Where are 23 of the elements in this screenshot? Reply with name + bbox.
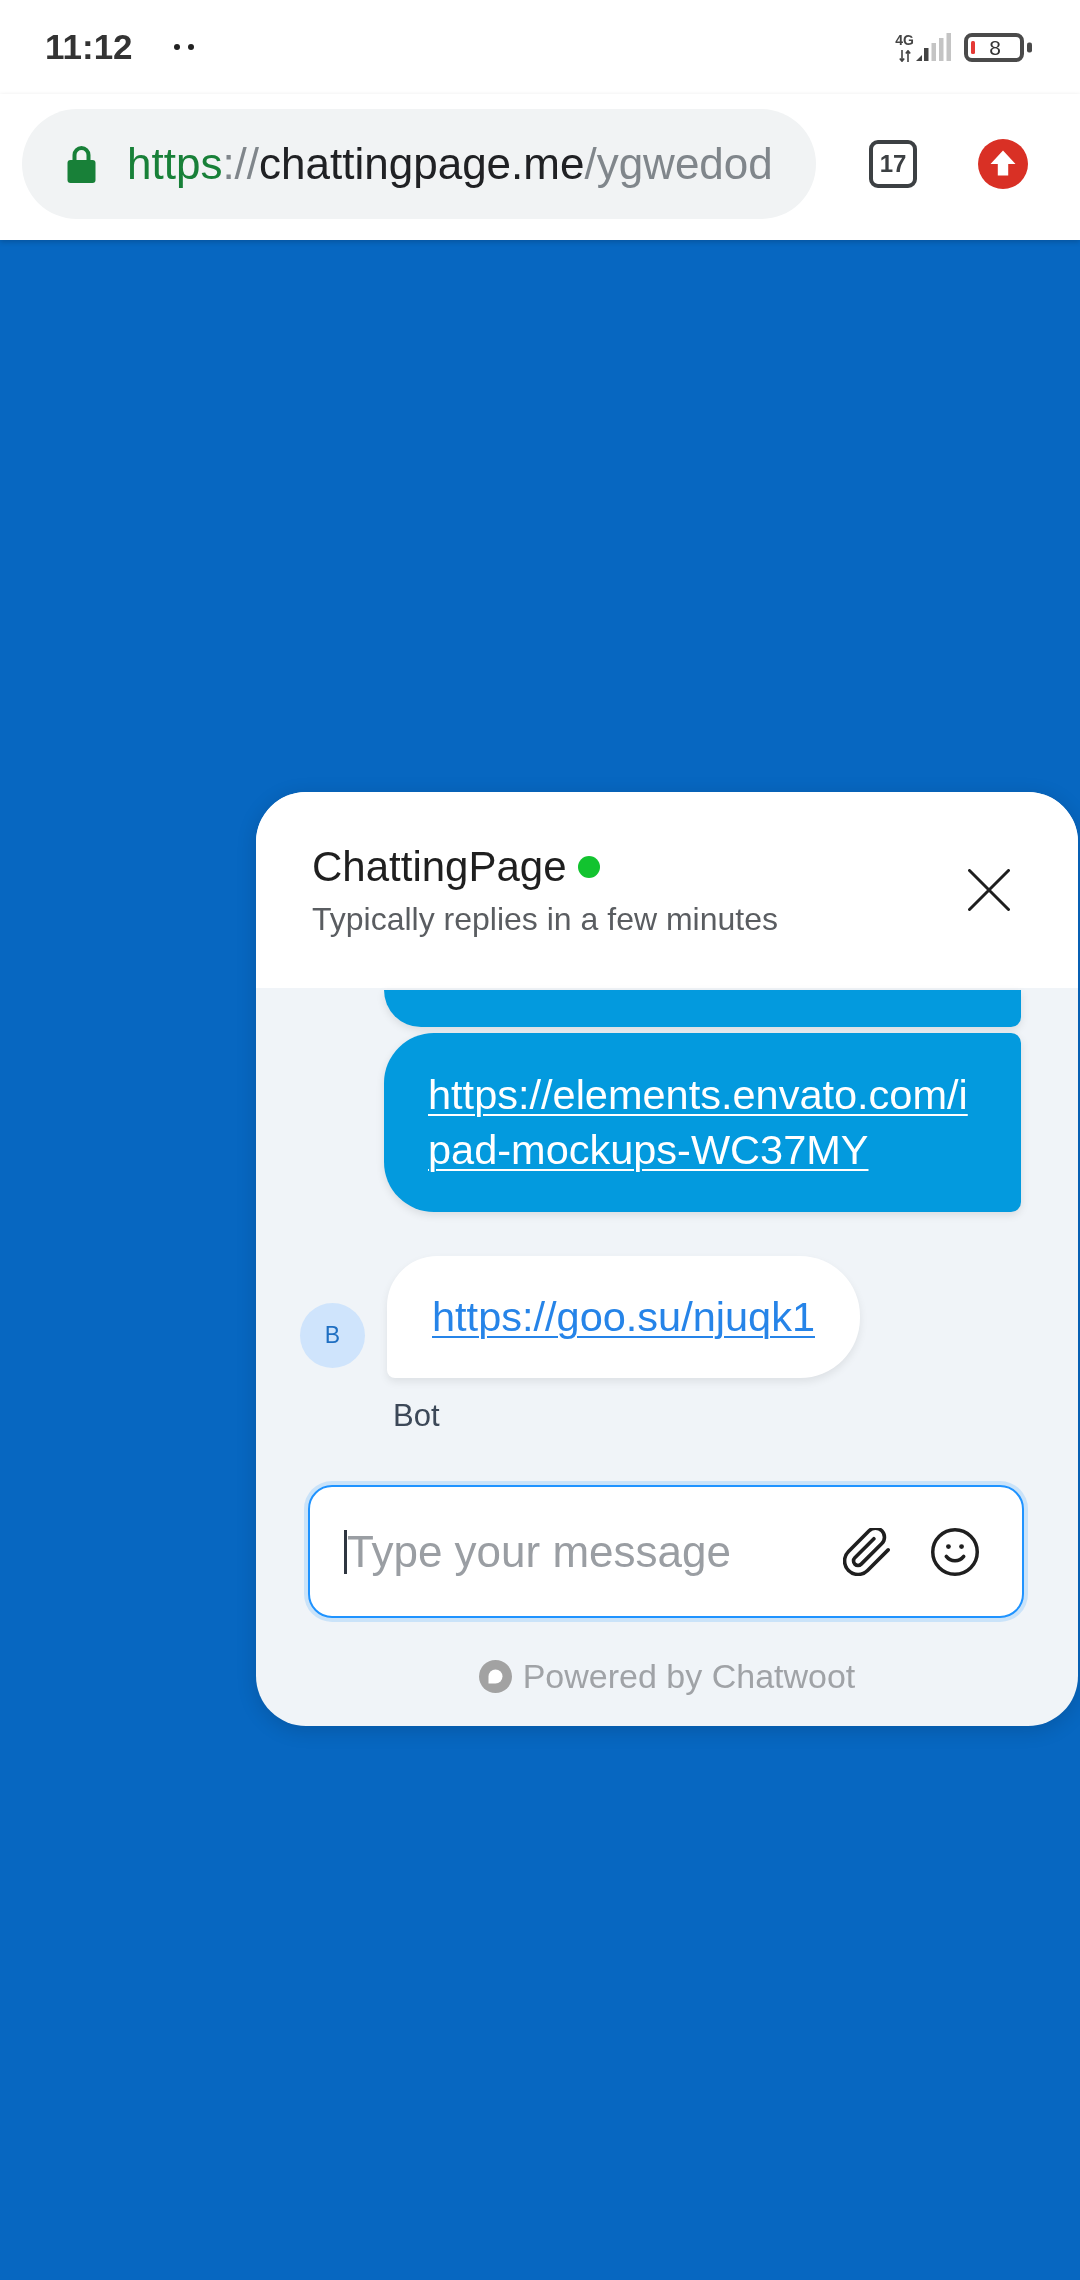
network-type-text: 4G — [895, 32, 914, 47]
close-icon[interactable] — [968, 869, 1010, 911]
chat-title: ChattingPage — [312, 842, 567, 892]
text-cursor — [344, 1529, 347, 1574]
tab-switcher-button[interactable]: 17 — [869, 140, 917, 188]
signal-bars-icon — [916, 33, 952, 61]
data-arrows-icon — [898, 49, 911, 62]
lock-icon — [67, 145, 96, 183]
powered-by-link[interactable]: Powered by Chatwoot — [522, 1656, 856, 1696]
message-link[interactable]: https://elements.envato.com/ipad-mockups-WC37MY — [428, 1067, 977, 1177]
notification-dots-icon — [173, 44, 194, 50]
reply-time-text: Typically replies in a few minutes — [312, 900, 779, 939]
message-link[interactable]: https://goo.su/njuqk1 — [432, 1293, 815, 1340]
message-input-box[interactable]: Type your message — [308, 1485, 1024, 1618]
sender-name: Bot — [393, 1397, 440, 1435]
battery-indicator: 8 — [964, 32, 1032, 62]
clock-time: 11:12 — [45, 27, 133, 67]
address-bar[interactable]: https://chattingpage.me/ygwedod — [22, 109, 816, 219]
smiley-icon[interactable] — [931, 1527, 979, 1576]
paperclip-icon[interactable] — [843, 1527, 891, 1576]
avatar: B — [300, 1303, 365, 1368]
message-input[interactable]: Type your message — [347, 1525, 833, 1578]
chat-logo-icon — [478, 1659, 512, 1693]
